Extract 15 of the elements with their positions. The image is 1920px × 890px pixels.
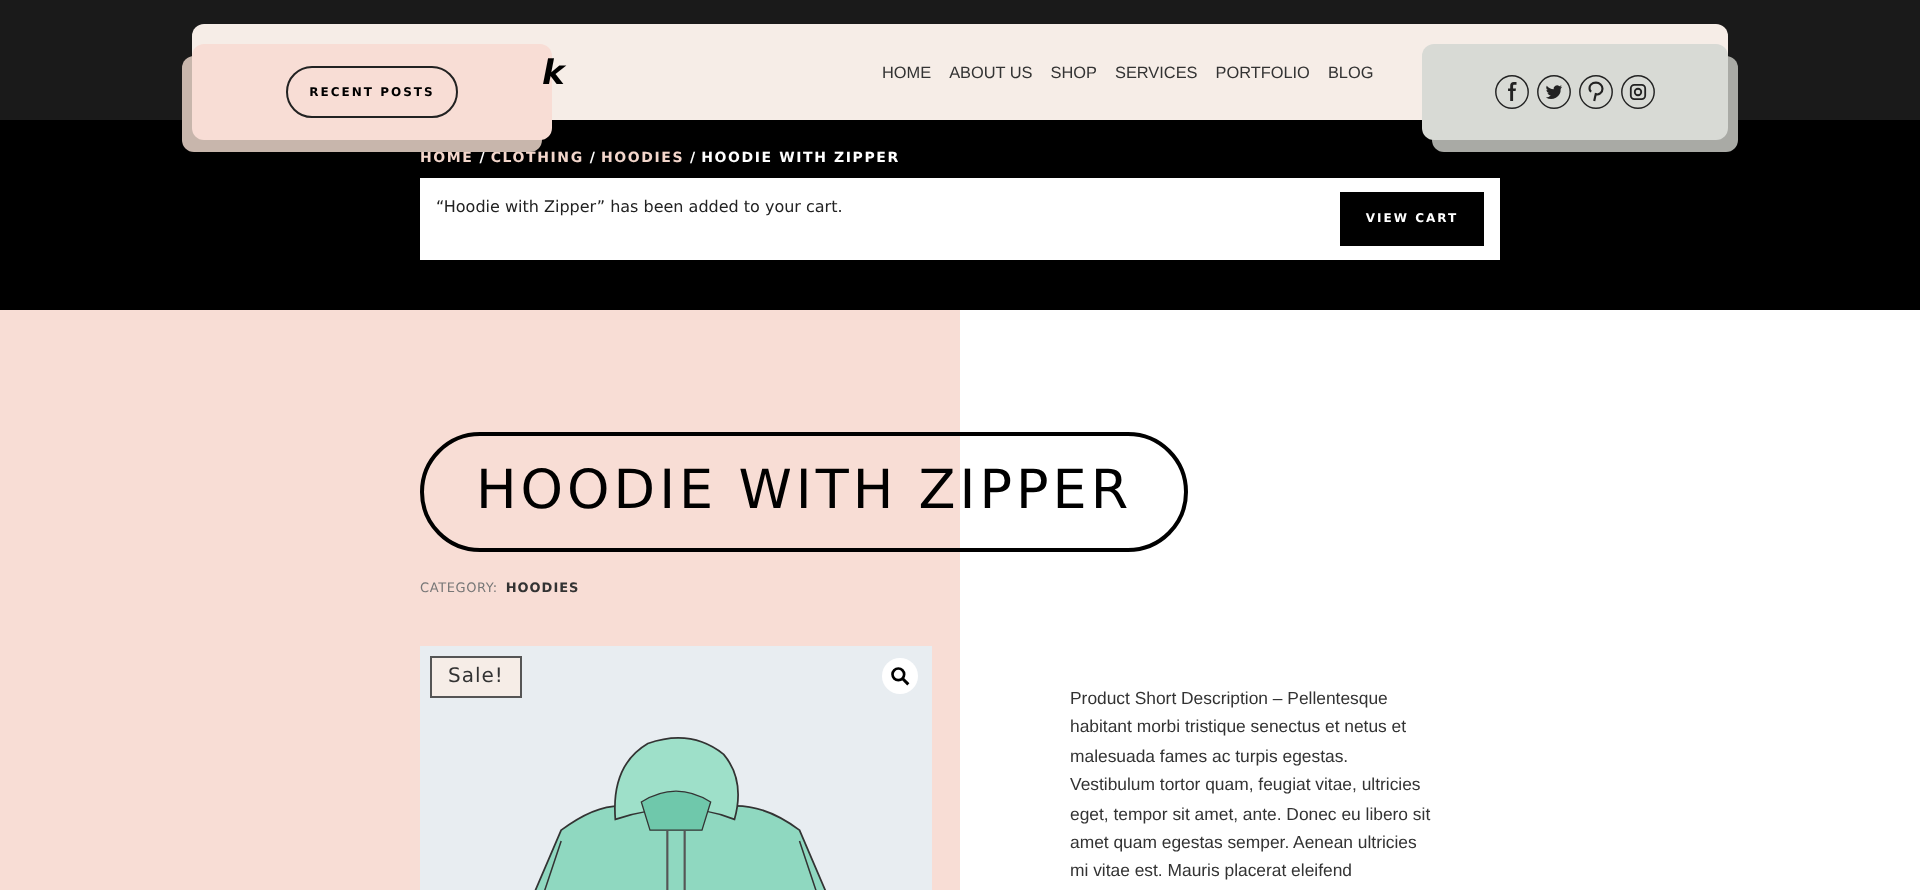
nav-link[interactable]: PORTFOLIO	[1215, 62, 1310, 86]
product-description: Product Short Description – Pellentesque habitant morbi tristique senectus et netus et malesuada fames ac turpis egestas. Vestibulum tortor quam, feugiat vitae, ultricies eget, tempor sit amet, ante. Donec eu libero sit amet quam egestas semper. Aenean ultricies mi vitae est. Mauris placerat eleifend	[1070, 686, 1433, 885]
logo[interactable]: k	[542, 54, 565, 94]
notice-message: “Hoodie with Zipper” has been added to your cart.	[436, 198, 843, 216]
instagram-icon[interactable]	[1620, 74, 1656, 110]
product-title: HOODIE WITH ZIPPER	[420, 432, 1189, 552]
nav-link[interactable]: BLOG	[1327, 62, 1374, 86]
pinterest-icon[interactable]	[1578, 74, 1614, 110]
facebook-icon[interactable]	[1494, 74, 1530, 110]
nav-link[interactable]: ABOUT US	[949, 62, 1033, 86]
nav-link[interactable]: HOME	[882, 62, 932, 86]
nav-link[interactable]: SHOP	[1050, 62, 1097, 86]
bird-icon[interactable]	[1536, 74, 1572, 110]
nav-link[interactable]: SERVICES	[1115, 62, 1198, 86]
sale-badge: Sale!	[430, 656, 522, 698]
